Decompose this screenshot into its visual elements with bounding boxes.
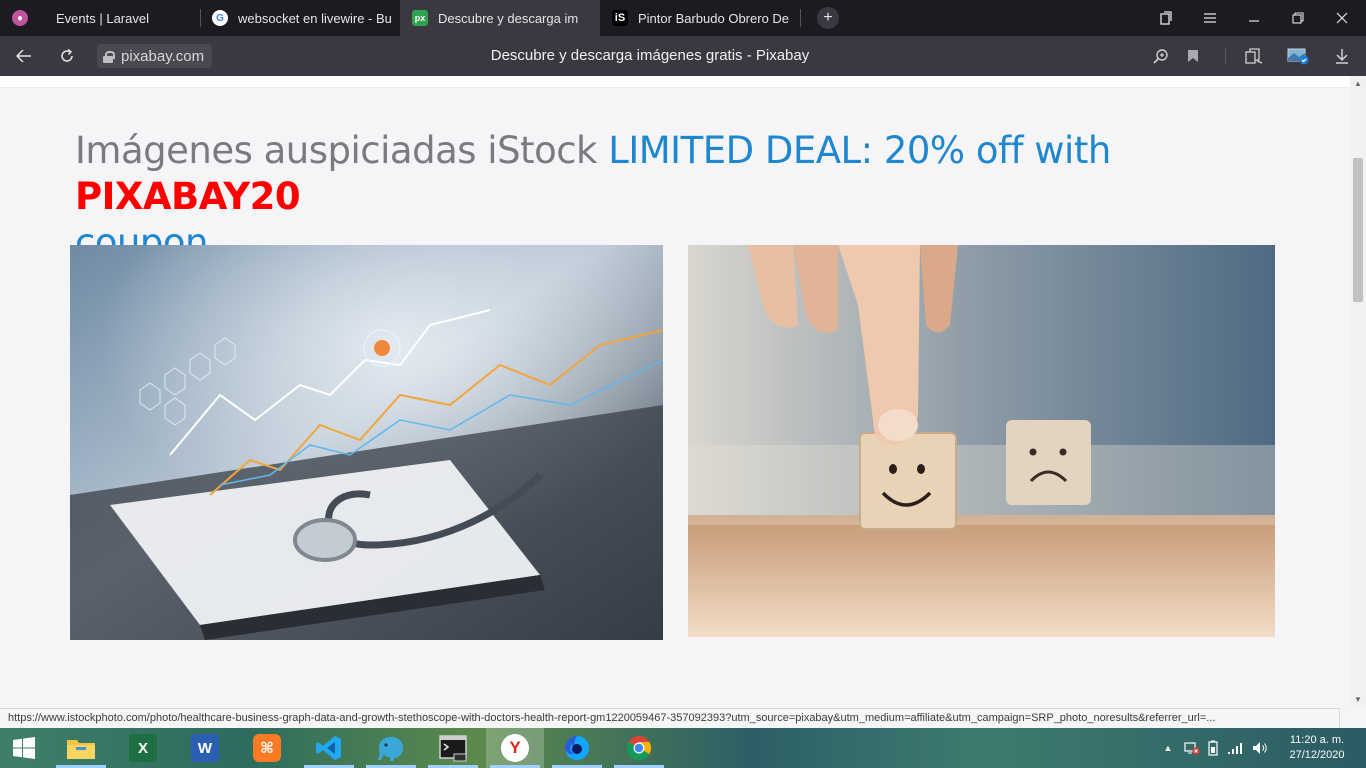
xampp-icon: ⌘ — [253, 734, 281, 762]
tab-pixabay[interactable]: px Descubre y descarga im — [400, 0, 600, 36]
terminal-icon — [439, 735, 467, 762]
address-bar: pixabay.com Descubre y descarga imágenes… — [0, 36, 1366, 76]
stethoscope-graph-image — [70, 245, 663, 640]
zoom-button[interactable] — [1149, 44, 1173, 68]
tab-websocket-livewire[interactable]: G websocket en livewire - Bu — [200, 0, 400, 36]
google-icon: G — [212, 10, 228, 26]
profile-button[interactable] — [1286, 44, 1310, 68]
link-status-bar: https://www.istockphoto.com/photo/health… — [0, 708, 1340, 728]
scrollbar-thumb[interactable] — [1353, 158, 1363, 302]
pixabay-icon: px — [412, 10, 428, 26]
restore-button[interactable] — [1276, 0, 1320, 36]
page-content: Imágenes auspiciadas iStock LIMITED DEAL… — [0, 76, 1350, 708]
zoom-icon — [1153, 49, 1168, 64]
windows-taskbar: X W ⌘ Y ▲ 11:20 a. m. 27/12/2020 — [0, 728, 1366, 768]
close-icon — [1336, 12, 1348, 24]
page-scrollbar[interactable]: ▲ ▼ — [1350, 76, 1366, 708]
terminal-button[interactable] — [424, 728, 482, 768]
header-strip — [0, 76, 1350, 88]
new-tab-button[interactable]: + — [817, 7, 839, 29]
menu-button[interactable] — [1188, 0, 1232, 36]
tab-divider — [800, 9, 801, 27]
restore-icon — [1292, 12, 1304, 24]
tab-title: Pintor Barbudo Obrero De — [638, 10, 790, 26]
downloads-button[interactable] — [1330, 44, 1354, 68]
yandex-icon: Y — [501, 734, 529, 762]
smiley-blocks-image — [688, 245, 1275, 637]
tableplus-button[interactable] — [362, 728, 420, 768]
network-error-icon[interactable] — [1184, 741, 1200, 755]
toolbar-divider — [1225, 48, 1226, 64]
firefox-icon — [565, 736, 589, 760]
collections-button[interactable] — [1242, 44, 1266, 68]
download-icon — [1336, 49, 1348, 64]
word-icon: W — [191, 734, 219, 762]
file-explorer-button[interactable] — [52, 728, 110, 768]
clock-date: 27/12/2020 — [1289, 749, 1345, 761]
excel-icon: X — [129, 734, 157, 762]
scroll-up-arrow-icon[interactable]: ▲ — [1350, 76, 1366, 92]
vscode-button[interactable] — [300, 728, 358, 768]
word-button[interactable]: W — [176, 728, 234, 768]
bookmark-icon — [1188, 50, 1198, 62]
bookmark-button[interactable] — [1181, 44, 1205, 68]
windows-logo-icon — [13, 737, 35, 759]
excel-button[interactable]: X — [114, 728, 172, 768]
chrome-button[interactable] — [610, 728, 668, 768]
tab-title: Events | Laravel — [56, 10, 149, 26]
profile-sync-icon — [1287, 48, 1309, 65]
clock-time: 11:20 a. m. — [1289, 734, 1345, 746]
tab-search-button[interactable] — [1144, 0, 1188, 36]
vscode-icon — [316, 736, 341, 760]
yandex-browser-button[interactable]: Y — [486, 728, 544, 768]
volume-icon[interactable] — [1252, 741, 1268, 755]
happy-sad-face-blocks-photo[interactable] — [688, 245, 1275, 637]
page-title: Descubre y descarga imágenes gratis - Pi… — [490, 47, 810, 64]
chrome-icon — [626, 736, 652, 761]
show-hidden-icons-icon[interactable]: ▲ — [1160, 743, 1176, 753]
start-button[interactable] — [0, 728, 48, 768]
deal-text: LIMITED DEAL: 20% off with — [608, 129, 1111, 172]
hamburger-icon — [1204, 13, 1216, 23]
sponsored-label: Imágenes auspiciadas iStock — [75, 129, 609, 172]
signal-icon[interactable] — [1228, 741, 1244, 755]
tab-strip: ● Events | Laravel G websocket en livewi… — [0, 0, 1366, 36]
tab-manager-icon — [1160, 11, 1172, 25]
folder-icon — [67, 740, 95, 759]
battery-icon[interactable] — [1206, 740, 1220, 756]
scroll-down-arrow-icon[interactable]: ▼ — [1350, 692, 1366, 708]
plus-icon: + — [823, 9, 833, 26]
elephant-icon — [378, 736, 404, 761]
firefox-button[interactable] — [548, 728, 606, 768]
xampp-button[interactable]: ⌘ — [238, 728, 296, 768]
laravel-events-icon: ● — [12, 10, 28, 26]
minimize-button[interactable] — [1232, 0, 1276, 36]
system-tray: ▲ — [1160, 728, 1268, 768]
healthcare-graph-stethoscope-photo[interactable] — [70, 245, 663, 640]
tab-istock-pintor[interactable]: iS Pintor Barbudo Obrero De — [600, 0, 800, 36]
tab-title: websocket en livewire - Bu — [238, 10, 392, 26]
coupon-code: PIXABAY20 — [75, 175, 301, 218]
tab-title: Descubre y descarga im — [438, 10, 579, 26]
taskbar-clock[interactable]: 11:20 a. m. 27/12/2020 — [1282, 733, 1352, 763]
istock-icon: iS — [612, 10, 628, 26]
close-button[interactable] — [1320, 0, 1364, 36]
tab-events-laravel[interactable]: ● Events | Laravel — [0, 0, 200, 36]
minimize-icon — [1249, 20, 1259, 22]
collections-icon — [1245, 48, 1263, 64]
